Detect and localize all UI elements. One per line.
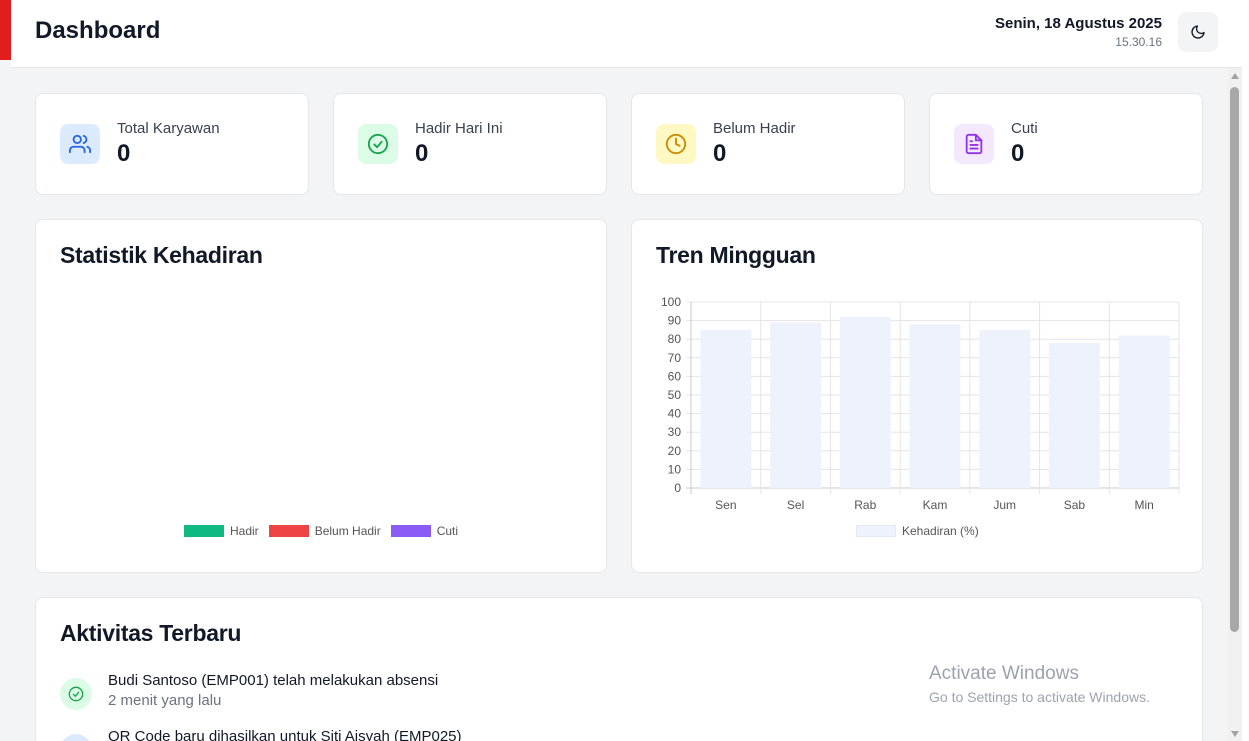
- legend-item-hadir[interactable]: Hadir: [184, 524, 259, 538]
- check-circle-icon: [60, 678, 92, 710]
- scroll-thumb[interactable]: [1230, 87, 1239, 632]
- stat-value: 0: [117, 140, 131, 167]
- y-tick-label: 10: [668, 462, 682, 476]
- legend-swatch: [856, 525, 896, 537]
- watermark-subtitle: Go to Settings to activate Windows.: [929, 689, 1150, 705]
- users-icon: [60, 124, 100, 164]
- stat-card-hadir-hari-ini: Hadir Hari Ini 0: [333, 93, 607, 195]
- x-tick-label: Min: [1134, 498, 1153, 512]
- legend-swatch: [268, 525, 309, 537]
- legend-label: Hadir: [230, 524, 259, 538]
- legend-item-kehadiran[interactable]: Kehadiran (%): [856, 524, 979, 538]
- qr-code-icon: [60, 734, 92, 741]
- windows-activation-watermark: Activate Windows Go to Settings to activ…: [929, 663, 1150, 705]
- attendance-stats-panel: Statistik Kehadiran Hadir Belum Hadir Cu…: [35, 219, 607, 573]
- bar-min: [1118, 335, 1170, 488]
- attendance-legend: Hadir Belum Hadir Cuti: [184, 524, 468, 538]
- bar-sab: [1048, 342, 1100, 488]
- panel-title: Statistik Kehadiran: [60, 242, 263, 268]
- page-title: Dashboard: [35, 17, 161, 44]
- watermark-title: Activate Windows: [929, 663, 1079, 684]
- x-tick-label: Rab: [854, 498, 876, 512]
- legend-label: Belum Hadir: [314, 524, 381, 538]
- current-time: 15.30.16: [1115, 35, 1162, 49]
- top-header: Dashboard Senin, 18 Agustus 2025 15.30.1…: [11, 0, 1243, 68]
- stat-value: 0: [713, 140, 727, 167]
- y-tick-label: 90: [668, 314, 682, 328]
- y-tick-label: 0: [674, 481, 681, 495]
- check-circle-icon: [358, 124, 398, 164]
- stat-value: 0: [415, 140, 429, 167]
- weekly-trend-panel: Tren Mingguan 0 10 20 30 40 50 60 70 80 90 100 Sen S…: [631, 219, 1203, 573]
- stat-card-cuti: Cuti 0: [929, 93, 1203, 195]
- window-edge: [1242, 0, 1249, 741]
- y-tick-label: 50: [668, 388, 682, 402]
- y-tick-label: 60: [668, 369, 682, 383]
- x-tick-label: Sen: [715, 498, 736, 512]
- weekly-legend: Kehadiran (%): [856, 524, 989, 538]
- stat-card-belum-hadir: Belum Hadir 0: [631, 93, 905, 195]
- clock-icon: [656, 124, 696, 164]
- bar-rab: [839, 316, 891, 488]
- stat-label: Total Karyawan: [117, 120, 220, 137]
- y-tick-label: 30: [668, 425, 682, 439]
- y-tick-label: 20: [668, 444, 682, 458]
- accent-strip: [0, 0, 11, 60]
- x-tick-label: Jum: [993, 498, 1016, 512]
- activity-item[interactable]: QR Code baru dihasilkan untuk Siti Aisya…: [60, 728, 462, 741]
- legend-swatch: [184, 525, 224, 537]
- stat-label: Hadir Hari Ini: [415, 120, 503, 137]
- legend-item-belum-hadir[interactable]: Belum Hadir: [268, 524, 381, 538]
- datetime-display: Senin, 18 Agustus 2025 15.30.16: [995, 15, 1162, 49]
- theme-toggle-button[interactable]: [1178, 12, 1218, 52]
- panel-title: Aktivitas Terbaru: [60, 620, 242, 646]
- stat-label: Belum Hadir: [713, 120, 796, 137]
- bar-sel: [770, 322, 822, 488]
- stat-label: Cuti: [1011, 120, 1038, 137]
- legend-swatch: [390, 525, 431, 537]
- y-tick-label: 40: [668, 407, 682, 421]
- activity-title: Budi Santoso (EMP001) telah melakukan ab…: [108, 672, 439, 689]
- scroll-down-arrow[interactable]: [1231, 731, 1239, 737]
- bar-sen: [700, 329, 752, 488]
- activity-item[interactable]: Budi Santoso (EMP001) telah melakukan ab…: [60, 672, 438, 710]
- document-icon: [954, 124, 994, 164]
- x-tick-label: Kam: [923, 498, 948, 512]
- stat-card-total-karyawan: Total Karyawan 0: [35, 93, 309, 195]
- vertical-scrollbar[interactable]: [1228, 68, 1242, 741]
- activity-title: QR Code baru dihasilkan untuk Siti Aisya…: [108, 728, 462, 741]
- legend-label: Cuti: [436, 524, 459, 538]
- scroll-up-arrow[interactable]: [1231, 73, 1239, 79]
- y-tick-label: 80: [668, 332, 682, 346]
- bar-kam: [909, 324, 961, 488]
- legend-label: Kehadiran (%): [902, 524, 979, 538]
- bar-jum: [979, 329, 1031, 488]
- y-tick-label: 70: [668, 351, 682, 365]
- legend-item-cuti[interactable]: Cuti: [390, 524, 459, 538]
- weekly-trend-chart: 0 10 20 30 40 50 60 70 80 90 100 Sen Sel Rab Kam Jum Sab…: [661, 295, 1180, 512]
- x-tick-label: Sel: [787, 498, 804, 512]
- moon-icon: [1191, 25, 1205, 39]
- current-date: Senin, 18 Agustus 2025: [994, 15, 1162, 32]
- activity-time: 2 menit yang lalu: [108, 692, 222, 709]
- x-tick-label: Sab: [1064, 498, 1086, 512]
- stat-value: 0: [1011, 140, 1025, 167]
- y-tick-label: 100: [661, 295, 681, 309]
